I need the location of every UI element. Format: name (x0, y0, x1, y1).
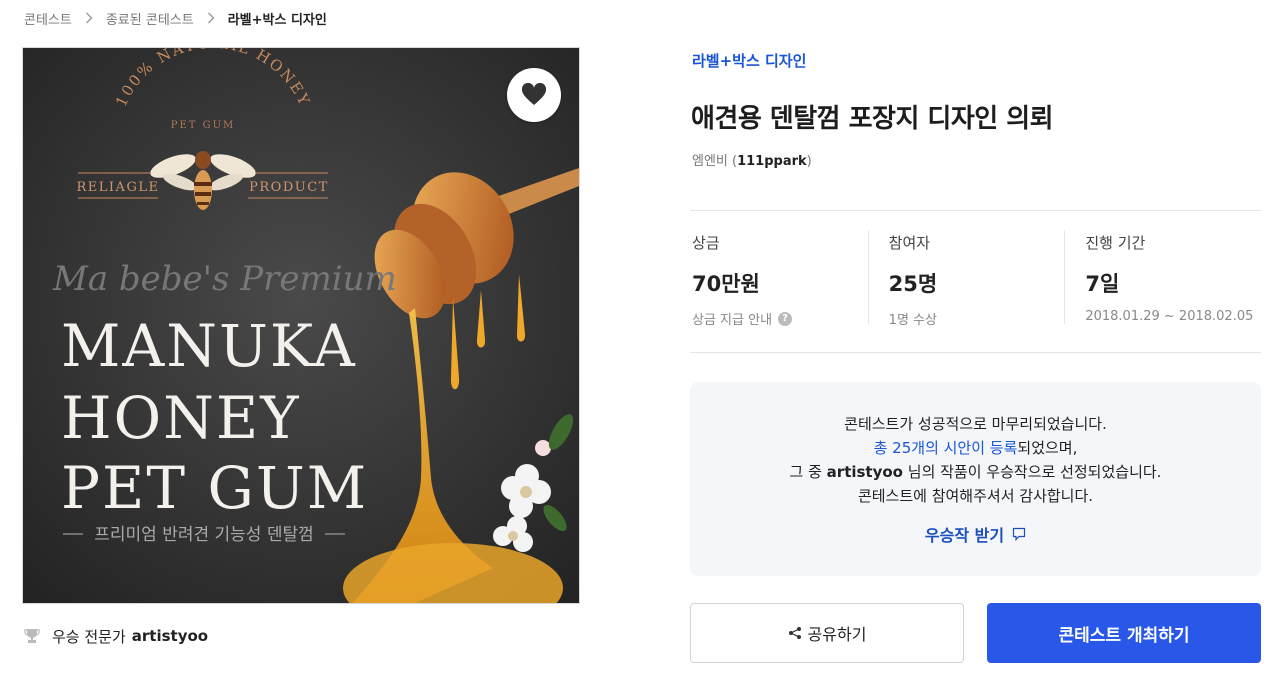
like-button[interactable] (507, 68, 561, 122)
product-artwork: 100% NATURAL HONEY PET GUM RELIAGLE PROD… (23, 48, 579, 603)
breadcrumb-contest[interactable]: 콘테스트 (24, 9, 72, 28)
share-button[interactable]: 공유하기 (690, 603, 964, 663)
winner-name[interactable]: artistyoo (132, 627, 208, 645)
headline-line-3: PET GUM (61, 454, 368, 522)
notice-line: 콘테스트가 성공적으로 마무리되었습니다. (844, 415, 1107, 433)
stat-label: 진행 기간 (1085, 234, 1146, 252)
stat-label: 참여자 (888, 234, 931, 252)
notice-line: 콘테스트에 참여해주셔서 감사합니다. (857, 487, 1094, 505)
stat-sub-text: 1명 수상 (888, 313, 937, 328)
host-name: 엠엔비 ( (692, 154, 738, 169)
notice-text: 님의 작품이 우승작으로 선정되었습니다. (903, 463, 1162, 481)
korean-line: 프리미엄 반려견 기능성 덴탈껌 (94, 525, 314, 545)
contest-stats: 상금 70만원 상금 지급 안내 ? 참여자 25명 1명 수상 진행 기간 7… (690, 230, 1261, 328)
winner-label: 우승 전문가 (52, 627, 126, 646)
notice-line: 그 중 artistyoo 님의 작품이 우승작으로 선정되었습니다. (690, 460, 1261, 484)
stat-value: 70만원 (692, 272, 760, 296)
breadcrumb-ended-contests[interactable]: 종료된 콘테스트 (106, 9, 194, 28)
headline-line-2: HONEY (61, 384, 301, 452)
chevron-right-icon (194, 12, 228, 24)
trophy-icon (24, 628, 40, 644)
cta-label: 우승작 받기 (924, 526, 1005, 545)
headline-line-1: MANUKA (61, 312, 357, 380)
stat-value: 7일 (1085, 272, 1120, 296)
stat-sub-text: 2018.01.29 ~ 2018.02.05 (1085, 309, 1254, 324)
stat-value: 25명 (888, 272, 938, 296)
receive-winning-work-button[interactable]: 우승작 받기 (925, 522, 1026, 546)
badge-right-text: PRODUCT (249, 180, 329, 195)
breadcrumb-current[interactable]: 라벨+박스 디자인 (228, 9, 327, 28)
badge-sub-text: PET GUM (171, 120, 236, 131)
stat-sub-text: 상금 지급 안내 (692, 313, 773, 328)
speech-bubble-icon (1012, 527, 1026, 541)
share-label: 공유하기 (807, 625, 867, 644)
notice-line: 총 25개의 시안이 등록되었으며, (690, 436, 1261, 460)
notice-text: 그 중 (789, 463, 827, 481)
page-title: 애견용 덴탈껌 포장지 디자인 의뢰 (691, 104, 1054, 134)
divider (690, 210, 1261, 211)
winner-name: artistyoo (826, 463, 903, 481)
contest-category[interactable]: 라벨+박스 디자인 (692, 50, 806, 71)
chevron-right-icon (72, 12, 106, 24)
share-icon (788, 626, 802, 640)
submissions-link[interactable]: 총 25개의 시안이 등록 (874, 439, 1018, 457)
stat-prize: 상금 70만원 상금 지급 안내 ? (690, 230, 868, 328)
notice-text: 되었으며, (1017, 439, 1078, 457)
host-id[interactable]: 111ppark (737, 154, 807, 169)
prize-payment-guide[interactable]: 상금 지급 안내 ? (692, 309, 868, 328)
heart-icon (521, 83, 547, 105)
contest-winning-image[interactable]: 100% NATURAL HONEY PET GUM RELIAGLE PROD… (22, 47, 580, 604)
host-contest-button[interactable]: 콘테스트 개최하기 (987, 603, 1261, 663)
script-line: Ma bebe's Premium (52, 259, 397, 299)
contest-result-notice: 콘테스트가 성공적으로 마무리되었습니다. 총 25개의 시안이 등록되었으며,… (690, 382, 1261, 576)
stat-duration: 진행 기간 7일 2018.01.29 ~ 2018.02.05 (1064, 230, 1261, 324)
stat-label: 상금 (692, 234, 720, 252)
stat-participants: 참여자 25명 1명 수상 (867, 230, 1065, 328)
divider (690, 352, 1261, 353)
badge-left-text: RELIAGLE (77, 180, 160, 195)
winner-info: 우승 전문가 artistyoo (24, 626, 208, 646)
breadcrumb: 콘테스트 종료된 콘테스트 라벨+박스 디자인 (24, 9, 327, 28)
help-icon[interactable]: ? (778, 311, 793, 326)
host-paren: ) (806, 154, 812, 169)
host-info: 엠엔비 (111ppark) (692, 150, 812, 169)
